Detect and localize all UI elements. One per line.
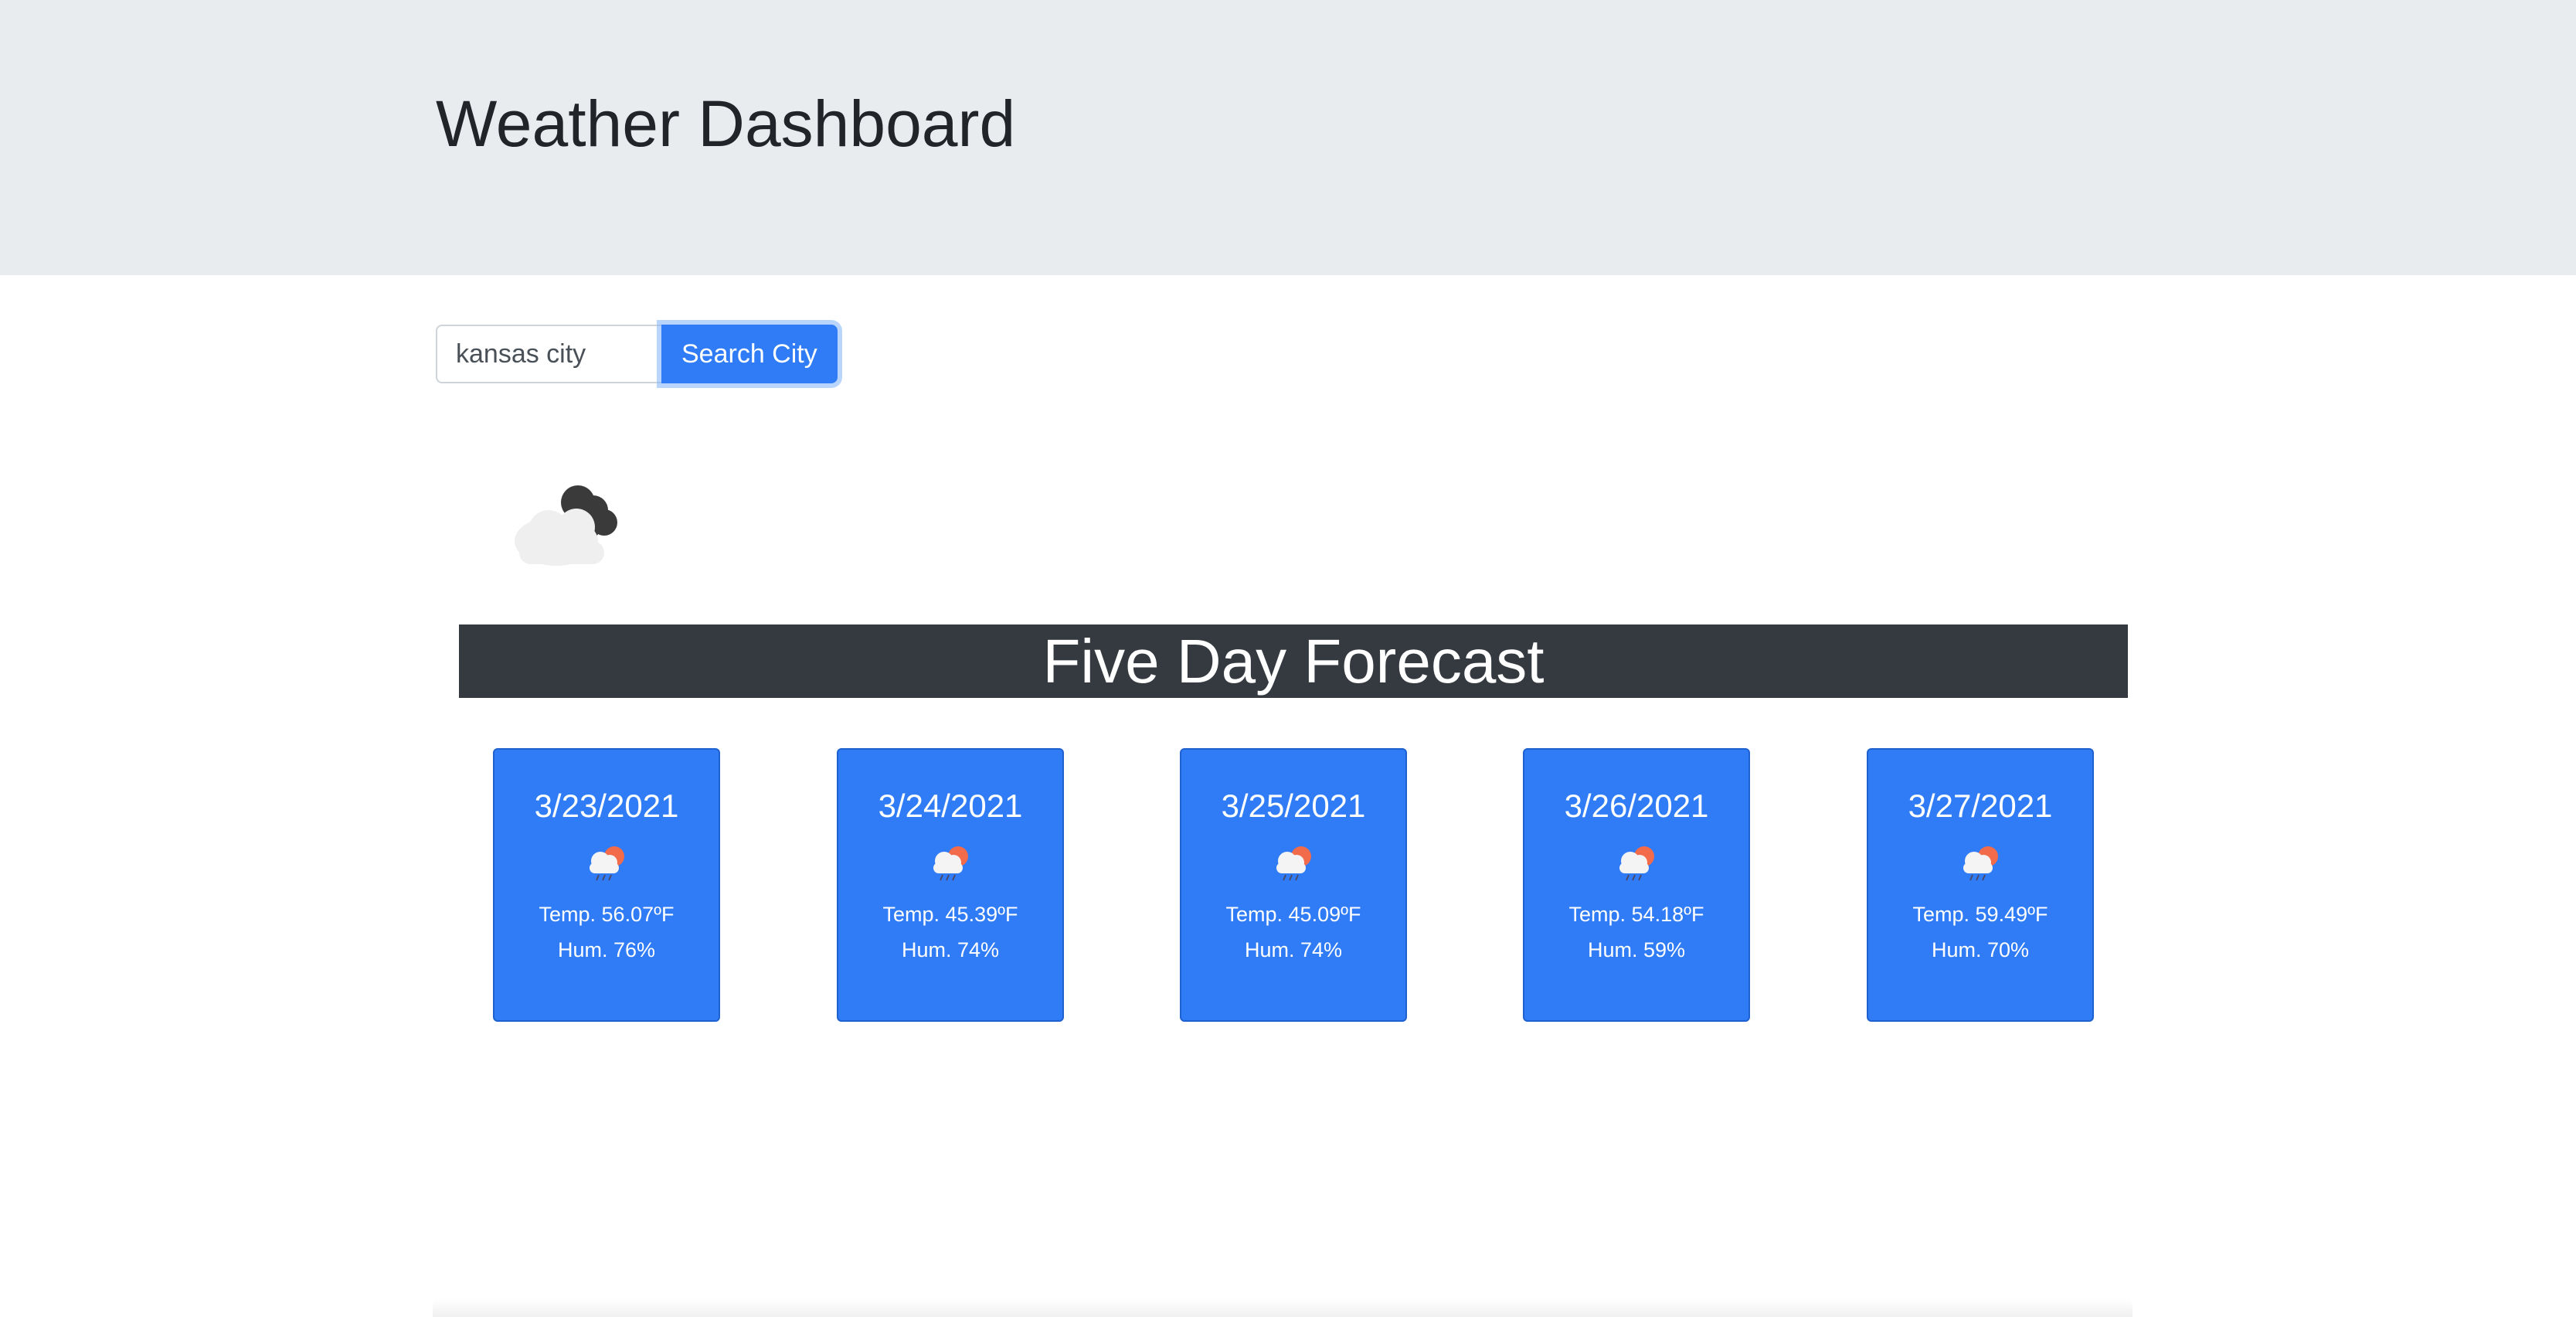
forecast-temp: Temp. 56.07ºF — [539, 903, 675, 927]
forecast-humidity: Hum. 70% — [1931, 938, 2030, 962]
search-city-button[interactable]: Search City — [661, 325, 838, 383]
rain-sun-icon — [933, 846, 968, 881]
forecast-humidity: Hum. 74% — [1244, 938, 1343, 962]
forecast-card: 3/24/2021 Temp. 45.39ºF Hum. 74% — [837, 748, 1064, 1022]
search-form: Search City — [436, 325, 838, 383]
forecast-date: 3/26/2021 — [1564, 788, 1709, 824]
forecast-date: 3/27/2021 — [1908, 788, 2053, 824]
cloudy-night-icon — [515, 485, 617, 566]
forecast-humidity: Hum. 74% — [901, 938, 1000, 962]
forecast-humidity: Hum. 59% — [1587, 938, 1686, 962]
rain-sun-icon — [1619, 846, 1654, 881]
forecast-date: 3/25/2021 — [1221, 788, 1366, 824]
bottom-shadow-divider — [433, 1298, 2133, 1317]
forecast-card: 3/25/2021 Temp. 45.09ºF Hum. 74% — [1180, 748, 1407, 1022]
forecast-card: 3/26/2021 Temp. 54.18ºF Hum. 59% — [1523, 748, 1750, 1022]
rain-sun-icon — [1963, 846, 1998, 881]
page-title: Weather Dashboard — [436, 87, 1016, 160]
forecast-temp: Temp. 45.39ºF — [882, 903, 1018, 927]
current-weather — [502, 464, 641, 572]
forecast-temp: Temp. 59.49ºF — [1912, 903, 2048, 927]
forecast-date: 3/24/2021 — [878, 788, 1023, 824]
rain-sun-icon — [1276, 846, 1311, 881]
forecast-temp: Temp. 45.09ºF — [1225, 903, 1361, 927]
forecast-humidity: Hum. 76% — [557, 938, 656, 962]
forecast-temp: Temp. 54.18ºF — [1568, 903, 1704, 927]
forecast-row: 3/23/2021 Temp. 56.07ºF Hum. 76% 3/24/20… — [493, 748, 2094, 1023]
city-search-input[interactable] — [436, 325, 661, 383]
forecast-date: 3/23/2021 — [534, 788, 679, 824]
rain-sun-icon — [590, 846, 624, 881]
forecast-card: 3/27/2021 Temp. 59.49ºF Hum. 70% — [1867, 748, 2094, 1022]
header-jumbotron: Weather Dashboard — [0, 0, 2576, 275]
forecast-card: 3/23/2021 Temp. 56.07ºF Hum. 76% — [493, 748, 720, 1022]
forecast-heading: Five Day Forecast — [459, 624, 2128, 698]
